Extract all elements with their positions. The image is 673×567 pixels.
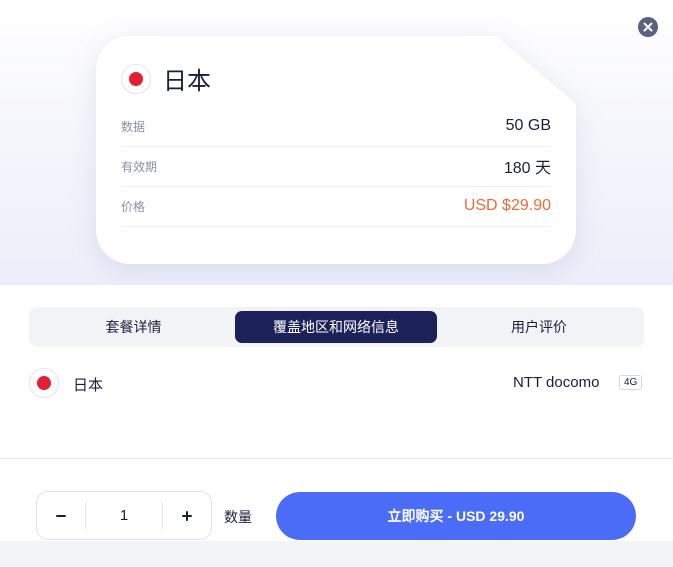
detail-row-price: 价格 USD $29.90 <box>121 186 551 227</box>
footer-strip <box>0 541 673 567</box>
buy-now-button[interactable]: 立即购买 - USD 29.90 <box>276 492 636 540</box>
detail-row-validity: 有效期 180 天 <box>121 146 551 187</box>
tab-plan-details[interactable]: 套餐详情 <box>33 311 234 343</box>
network-operator: NTT docomo <box>513 374 600 391</box>
increase-quantity-button[interactable] <box>163 492 211 539</box>
decrease-quantity-button[interactable] <box>37 492 85 539</box>
plan-card: 日本 数据 50 GB 有效期 180 天 价格 USD $29.90 <box>96 36 576 264</box>
plan-header: 日本 <box>121 61 211 96</box>
detail-label: 数据 <box>121 119 146 134</box>
coverage-row: 日本 NTT docomo 4G <box>29 366 644 400</box>
quantity-label: 数量 <box>224 509 252 525</box>
tab-user-reviews[interactable]: 用户评价 <box>438 311 640 343</box>
coverage-country: 日本 <box>73 377 104 394</box>
close-icon <box>643 22 653 32</box>
detail-value: 50 GB <box>505 117 551 134</box>
tab-coverage-network[interactable]: 覆盖地区和网络信息 <box>235 311 437 343</box>
price-value: USD $29.90 <box>463 197 551 214</box>
close-button[interactable] <box>638 17 658 37</box>
plan-modal: 日本 数据 50 GB 有效期 180 天 价格 USD $29.90 套餐详情… <box>0 0 673 567</box>
japan-flag-icon <box>121 63 151 94</box>
detail-value: 180 天 <box>503 160 551 177</box>
tab-bar: 套餐详情 覆盖地区和网络信息 用户评价 <box>29 307 644 347</box>
quantity-stepper: 1 <box>36 491 212 540</box>
network-type-badge: 4G <box>619 375 643 390</box>
detail-label: 价格 <box>121 199 146 214</box>
plus-icon <box>182 510 192 521</box>
quantity-value[interactable]: 1 <box>86 492 162 539</box>
detail-label: 有效期 <box>121 159 158 174</box>
plan-country-title: 日本 <box>163 68 211 95</box>
footer-divider <box>0 458 673 459</box>
minus-icon <box>56 514 66 517</box>
japan-flag-icon <box>29 368 59 398</box>
detail-row-data: 数据 50 GB <box>121 106 551 147</box>
